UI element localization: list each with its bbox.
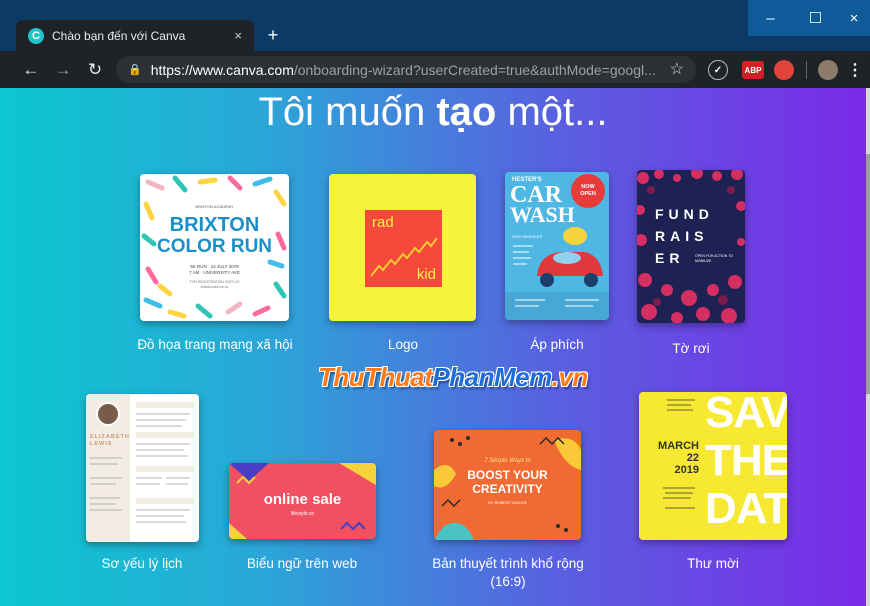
toolbar-divider <box>806 61 807 79</box>
social-line1: BRIXTON <box>169 214 260 236</box>
tab-close-icon[interactable]: × <box>234 28 242 43</box>
shield-extension-icon[interactable]: ✓ <box>708 60 728 80</box>
menu-kebab-icon[interactable]: ⋮ <box>847 60 863 80</box>
window-titlebar: C Chào bạn đến với Canva × + – ☐ × <box>0 0 870 51</box>
reload-icon[interactable]: ↻ <box>82 60 108 80</box>
card-banner-label[interactable]: Biểu ngữ trên web <box>232 555 372 573</box>
maximize-button[interactable]: ☐ <box>793 0 838 36</box>
url-host: https://www.canva.com <box>150 61 294 78</box>
canva-favicon-icon: C <box>28 27 44 44</box>
logo-red-square: rad kid <box>365 210 442 287</box>
social-meta4: brixtoncolorrun.co <box>200 285 229 289</box>
extension-icon[interactable] <box>774 60 794 80</box>
logo-line2: kid <box>416 266 436 283</box>
forward-arrow-icon[interactable]: → <box>50 60 76 80</box>
invite-month: MARCH <box>658 440 699 452</box>
logo-line1: rad <box>372 214 394 231</box>
scrollbar-thumb[interactable] <box>866 154 870 394</box>
back-arrow-icon[interactable]: ← <box>18 60 44 80</box>
social-meta2: 7 AM · UNIVERSITY AVE <box>189 270 240 275</box>
invite-day: 22 <box>686 452 699 464</box>
flyer-line3: ER <box>655 250 685 266</box>
poster-car-illustration <box>505 227 609 320</box>
card-resume[interactable]: ELIZABETH LEWIS <box>86 394 199 542</box>
flyer-line2: RAIS <box>655 228 709 244</box>
address-bar[interactable]: 🔒 https://www.canva.com/onboarding-wizar… <box>116 56 696 83</box>
card-invitation[interactable]: SAVE THE DATE MARCH 22 2019 <box>639 392 787 540</box>
presentation-line1: BOOST YOUR <box>467 468 548 482</box>
page-content: Tôi muốn tạo một... BRIXTON ACADEMY BRIX… <box>0 88 866 606</box>
social-meta3: FOR REGISTRATION VISIT US <box>189 280 240 284</box>
card-resume-label[interactable]: Sơ yếu lý lịch <box>92 555 192 573</box>
card-social-label[interactable]: Đồ họa trang mạng xã hội <box>120 336 310 354</box>
invite-year: 2019 <box>674 464 699 476</box>
tab-title: Chào bạn đến với Canva <box>52 28 186 43</box>
browser-tab[interactable]: C Chào bạn đến với Canva × <box>16 20 254 51</box>
flyer-line1: FUND <box>655 206 714 222</box>
url-path: /onboarding-wizard?userCreated=true&auth… <box>293 61 656 78</box>
minimize-button[interactable]: – <box>748 0 793 36</box>
social-small-top: BRIXTON ACADEMY <box>195 204 234 209</box>
invite-line2: THE <box>705 436 787 485</box>
card-invitation-label[interactable]: Thư mời <box>663 555 763 573</box>
card-presentation[interactable]: 7 Simple Ways to BOOST YOUR CREATIVITY B… <box>434 430 581 540</box>
banner-title: online sale <box>263 491 342 508</box>
presentation-small-bottom: BY ROBERT MILLER <box>488 500 527 505</box>
flyer-small: OPEN FOR ACTION TO MOBILIZE <box>695 254 733 263</box>
card-flyer-label[interactable]: Tờ rơi <box>651 340 731 358</box>
social-meta1: 5K RUN · 22 JULY 2078 <box>190 264 239 269</box>
invite-line1: SAVE <box>705 392 787 437</box>
watermark-logo: ThuThuatPhanMem.vn <box>318 362 588 392</box>
adblock-plus-icon[interactable]: ABP <box>742 61 764 79</box>
resume-text-lines <box>90 402 194 523</box>
browser-toolbar: ← → ↻ 🔒 https://www.canva.com/onboarding… <box>0 51 870 88</box>
card-poster[interactable]: HESTER'S NOW OPEN CAR WASH OUR SERVICES <box>505 172 609 320</box>
window-close-button[interactable]: × <box>838 0 870 36</box>
page-heading: Tôi muốn tạo một... <box>258 90 608 134</box>
social-line2: COLOR RUN <box>156 236 273 257</box>
card-logo[interactable]: rad kid <box>329 174 476 321</box>
card-banner[interactable]: online sale lifestyle.co <box>229 463 376 539</box>
banner-sub: lifestyle.co <box>290 511 315 517</box>
bookmark-star-icon[interactable]: ☆ <box>670 59 684 79</box>
card-presentation-label[interactable]: Bản thuyết trình khổ rộng (16:9) <box>418 555 598 591</box>
card-poster-label[interactable]: Áp phích <box>517 336 597 354</box>
presentation-small-top: 7 Simple Ways to <box>484 458 531 464</box>
card-social-graphic[interactable]: BRIXTON ACADEMY BRIXTON COLOR RUN 5K RUN… <box>140 174 289 321</box>
invite-line3: DATE <box>705 484 787 533</box>
card-logo-label[interactable]: Logo <box>363 336 443 354</box>
new-tab-button[interactable]: + <box>263 25 283 45</box>
lock-icon: 🔒 <box>128 64 142 76</box>
profile-avatar[interactable] <box>818 60 838 80</box>
presentation-line2: CREATIVITY <box>472 482 543 496</box>
card-flyer[interactable]: FUND RAIS ER OPEN FOR ACTION TO MOBILIZE <box>637 170 745 323</box>
flyer-floral-pattern <box>637 170 745 323</box>
